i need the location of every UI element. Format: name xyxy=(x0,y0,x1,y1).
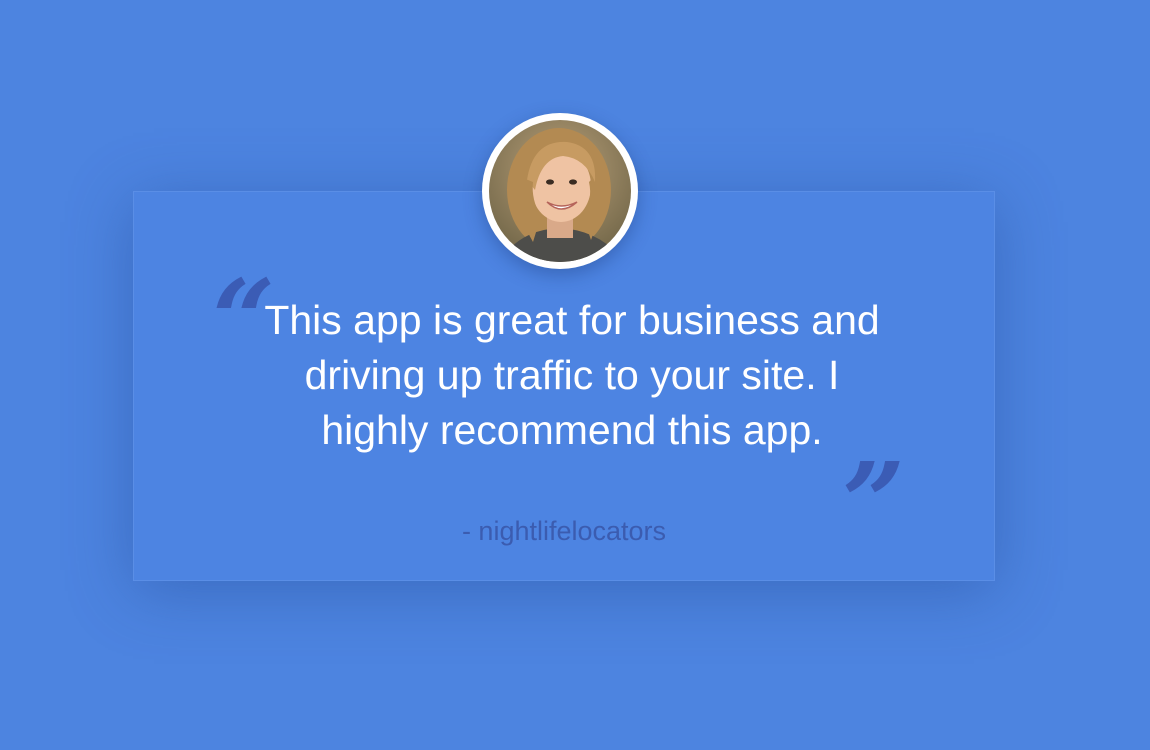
avatar-photo xyxy=(489,120,631,262)
testimonial-author: - nightlifelocators xyxy=(461,516,667,546)
testimonial-quote: This app is great for business and drivi… xyxy=(264,297,880,453)
close-quote-icon: ” xyxy=(842,438,906,567)
avatar xyxy=(482,113,638,269)
